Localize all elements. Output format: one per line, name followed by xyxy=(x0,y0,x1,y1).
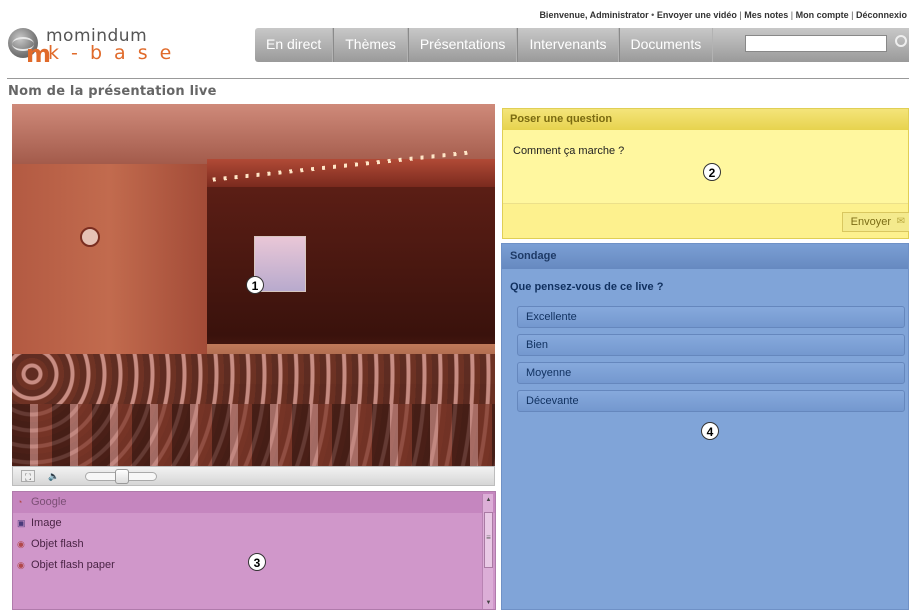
video-audience-front xyxy=(12,404,495,466)
question-text: Comment ça marche ? xyxy=(513,145,625,157)
callout-3: 3 xyxy=(248,553,266,571)
fullscreen-icon[interactable]: ⛶ xyxy=(21,470,35,482)
volume-icon[interactable]: 🔈 xyxy=(47,470,61,482)
scrollbar-grip: ≡ xyxy=(486,533,491,542)
video-player[interactable]: 1 xyxy=(12,104,495,466)
search-input[interactable] xyxy=(745,35,887,52)
poll-option[interactable]: Bien xyxy=(517,334,905,356)
resources-panel: ◔ Google ▣ Image ◉ Objet flash ◉ Objet flash pa… xyxy=(12,491,496,610)
send-button[interactable]: Envoyer ✉ xyxy=(841,212,909,232)
envelope-icon: ✉ xyxy=(896,216,905,227)
link-separator: | xyxy=(851,10,854,20)
callout-1: 1 xyxy=(246,276,264,294)
poll-panel-title: Sondage xyxy=(502,244,908,269)
nav-item-documents[interactable]: Documents xyxy=(618,28,714,62)
page-title: Nom de la présentation live xyxy=(8,84,217,99)
my-account-link[interactable]: Mon compte xyxy=(796,10,849,20)
callout-2: 2 xyxy=(703,163,721,181)
scroll-up-icon[interactable]: ▲ xyxy=(484,496,493,504)
main-nav: En direct Thèmes Présentations Intervena… xyxy=(255,28,909,62)
scroll-down-icon[interactable]: ▼ xyxy=(484,599,493,607)
search-icon[interactable] xyxy=(895,35,907,47)
link-separator: | xyxy=(790,10,794,20)
nav-item-presentations[interactable]: Présentations xyxy=(407,28,518,62)
question-panel: Poser une question Comment ça marche ? 2… xyxy=(502,108,909,239)
resource-item-label: Google xyxy=(31,496,67,508)
volume-slider[interactable] xyxy=(85,469,157,484)
nav-item-live[interactable]: En direct xyxy=(255,28,334,62)
poll-option[interactable]: Décevante xyxy=(517,390,905,412)
logo[interactable]: m momindum k - b a s e xyxy=(6,26,176,70)
scrollbar-thumb[interactable]: ≡ xyxy=(484,512,493,568)
user-topbar: Bienvenue, Administrator • Envoyer une v… xyxy=(539,10,907,20)
page: Bienvenue, Administrator • Envoyer une v… xyxy=(0,0,909,610)
my-notes-link[interactable]: Mes notes xyxy=(744,10,788,20)
poll-question: Que pensez-vous de ce live ? xyxy=(510,281,664,293)
clock-shape xyxy=(80,227,100,247)
volume-slider-handle[interactable] xyxy=(115,469,129,484)
player-controls: ⛶ 🔈 xyxy=(12,466,495,486)
poll-panel: Sondage Que pensez-vous de ce live ? Exc… xyxy=(501,243,909,610)
logo-text-bottom: k - b a s e xyxy=(48,42,175,64)
welcome-text: Bienvenue, Administrator xyxy=(539,10,649,20)
send-button-label: Envoyer xyxy=(850,216,891,228)
nav-item-themes[interactable]: Thèmes xyxy=(333,28,408,62)
poll-option[interactable]: Moyenne xyxy=(517,362,905,384)
bullet-separator: • xyxy=(651,10,655,20)
question-panel-title: Poser une question xyxy=(503,109,908,130)
callout-4: 4 xyxy=(701,422,719,440)
header-divider xyxy=(7,78,909,79)
flash-paper-icon: ◉ xyxy=(17,560,25,570)
link-separator: | xyxy=(739,10,742,20)
poll-option[interactable]: Excellente xyxy=(517,306,905,328)
resources-scrollbar[interactable]: ▲ ≡ ▼ xyxy=(482,494,493,609)
resource-item-label: Objet flash paper xyxy=(31,559,115,571)
logout-link[interactable]: Déconnexio xyxy=(856,10,907,20)
flash-icon: ◉ xyxy=(17,539,25,549)
image-icon: ▣ xyxy=(17,518,26,528)
resource-item[interactable]: ◔ Google xyxy=(13,492,495,513)
google-icon: ◔ xyxy=(17,497,23,507)
resource-item[interactable]: ▣ Image xyxy=(13,513,495,534)
send-video-link[interactable]: Envoyer une vidéo xyxy=(657,10,737,20)
resource-item[interactable]: ◉ Objet flash xyxy=(13,534,495,555)
nav-item-speakers[interactable]: Intervenants xyxy=(517,28,619,62)
resource-item-label: Objet flash xyxy=(31,538,84,550)
resource-item-label: Image xyxy=(31,517,62,529)
